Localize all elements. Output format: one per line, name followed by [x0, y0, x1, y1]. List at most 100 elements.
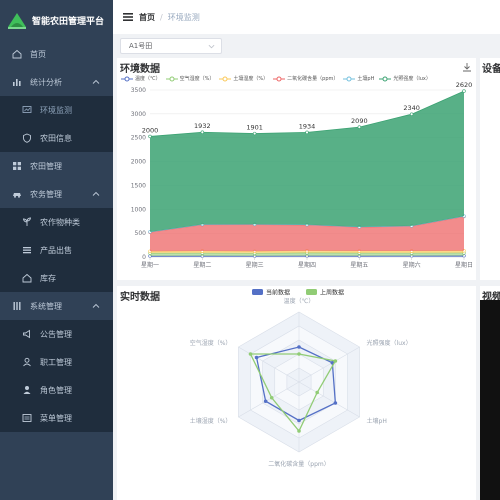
sidebar-item-label: 农务管理 [30, 189, 62, 199]
radar-indicator-label: 土壤湿度（%） [190, 417, 232, 425]
breadcrumb-home[interactable]: 首页 [139, 12, 155, 23]
sidebar-item-label: 农田管理 [30, 161, 62, 171]
shield-icon [23, 133, 31, 143]
data-point[interactable] [200, 130, 205, 134]
sidebar-item-2[interactable]: 环境监测 [0, 96, 113, 124]
y-tick-label: 2000 [131, 159, 146, 166]
user-icon [23, 357, 31, 367]
chevron-up-icon [92, 191, 100, 196]
sidebar-item-label: 环境监测 [40, 105, 72, 115]
radar-point[interactable] [297, 345, 301, 349]
radar-point[interactable] [297, 352, 301, 356]
x-tick-label: 星期三 [246, 261, 264, 269]
sidebar-item-label: 统计分析 [30, 77, 62, 87]
data-label: 2000 [142, 126, 159, 134]
radar-point[interactable] [297, 418, 301, 423]
radar-point[interactable] [315, 390, 319, 395]
legend-label[interactable]: 上周数据 [320, 289, 344, 297]
radar-indicator-label: 二氧化碳含量（ppm） [268, 460, 329, 468]
sidebar: 智能农田管理平台 首页统计分析环境监测农田信息农田管理农务管理农作物种类 产品出售… [0, 0, 113, 500]
data-label: 2620 [456, 81, 473, 89]
data-point[interactable] [252, 131, 257, 136]
data-point[interactable] [148, 134, 152, 139]
x-tick-label: 星期日 [455, 261, 473, 269]
y-tick-label: 2500 [131, 135, 146, 142]
device-card: 设备 [480, 58, 500, 280]
chevron-down-icon [208, 44, 215, 49]
radar-indicator-label: 土壤pH [367, 417, 387, 425]
y-tick-label: 0 [142, 254, 146, 261]
env-data-card: 环境数据 温度（℃） 空气湿度（%） 土壤湿度（%） 二氧化碳含量（ppm） 土壤pH 光… [117, 58, 476, 280]
x-tick-label: 星期四 [298, 261, 316, 269]
sidebar-item-4[interactable]: 农田管理 [0, 152, 113, 180]
realtime-card: 实时数据 当前数据 上周数据 温度（℃） 光照强度（lux） 土壤pH 二氧化碳含量（pp… [117, 286, 476, 500]
sidebar-item-0[interactable]: 首页 [0, 40, 113, 68]
legend-symbol[interactable] [252, 289, 263, 295]
radar-point[interactable] [333, 359, 338, 363]
sidebar-item-13[interactable]: 菜单管理 [0, 404, 113, 432]
radar-point[interactable] [248, 352, 253, 356]
sidebar-item-label: 库存 [40, 273, 56, 283]
sidebar-item-11[interactable]: 职工管理 [0, 348, 113, 376]
x-tick-label: 星期一 [141, 261, 159, 269]
sidebar-item-10[interactable]: 公告管理 [0, 320, 113, 348]
radar-point[interactable] [263, 399, 268, 404]
sidebar-item-6[interactable]: 农作物种类 [0, 208, 113, 236]
role-icon [23, 386, 31, 394]
data-label: 1932 [194, 122, 211, 130]
radar-point[interactable] [254, 355, 259, 360]
sidebar-item-8[interactable]: 库存 [0, 264, 113, 292]
chevron-up-icon [92, 303, 100, 308]
sidebar-item-label: 首页 [30, 49, 46, 59]
video-card: 视频 [480, 286, 500, 500]
radar-indicator-label: 温度（℃） [284, 297, 315, 305]
data-point[interactable] [409, 112, 414, 116]
data-label: 2340 [403, 104, 420, 112]
list-icon [23, 247, 31, 254]
device-title: 设备 [482, 64, 500, 75]
sidebar-item-label: 角色管理 [40, 385, 72, 395]
hamburger-icon[interactable] [123, 12, 133, 22]
y-tick-label: 3000 [131, 111, 146, 118]
legend-label[interactable]: 当前数据 [266, 289, 290, 297]
app-title: 智能农田管理平台 [32, 16, 105, 27]
sidebar-item-label: 系统管理 [30, 301, 62, 311]
logo-icon [8, 13, 26, 29]
x-tick-label: 星期六 [403, 261, 421, 269]
field-select-value: A1号田 [129, 42, 153, 50]
data-label: 2090 [351, 117, 368, 125]
y-tick-label: 1500 [131, 182, 146, 189]
radar-point[interactable] [269, 395, 274, 400]
brand[interactable]: 智能农田管理平台 [0, 0, 113, 40]
sidebar-item-9[interactable]: 系统管理 [0, 292, 113, 320]
sidebar-item-1[interactable]: 统计分析 [0, 68, 113, 96]
sidebar-item-12[interactable]: 角色管理 [0, 376, 113, 404]
radar-indicator-label: 空气湿度（%） [190, 339, 232, 347]
bar-chart-icon [13, 79, 21, 86]
menu-icon [22, 414, 32, 422]
sidebar-item-7[interactable]: 产品出售 [0, 236, 113, 264]
x-tick-label: 星期五 [350, 261, 368, 269]
home-icon [22, 273, 32, 283]
radar-point[interactable] [333, 401, 338, 405]
env-area-chart: 050010001500200025003000350020001932 1901… [131, 81, 473, 269]
field-select[interactable]: A1号田 [120, 38, 222, 54]
radar-point[interactable] [297, 429, 301, 433]
data-point[interactable] [462, 89, 466, 93]
video-player[interactable] [480, 300, 500, 500]
legend-symbol[interactable] [306, 289, 317, 295]
sprout-icon [22, 217, 32, 226]
sidebar-item-label: 菜单管理 [40, 413, 72, 423]
data-point[interactable] [357, 125, 362, 129]
breadcrumb-current: 环境监测 [167, 12, 200, 22]
radar-indicator-label: 光照强度（lux） [367, 339, 412, 347]
y-tick-label: 1000 [131, 206, 146, 213]
data-point[interactable] [305, 130, 309, 135]
sidebar-item-5[interactable]: 农务管理 [0, 180, 113, 208]
car-icon [13, 193, 21, 198]
sidebar-item-3[interactable]: 农田信息 [0, 124, 113, 152]
x-tick-label: 星期二 [193, 261, 211, 269]
grid-icon [13, 162, 21, 170]
data-label: 1934 [299, 122, 316, 130]
realtime-radar-chart: 当前数据 上周数据温度（℃） 光照强度（lux） 土壤pH 二氧化碳含量（ppm） 土壤湿… [190, 289, 412, 469]
